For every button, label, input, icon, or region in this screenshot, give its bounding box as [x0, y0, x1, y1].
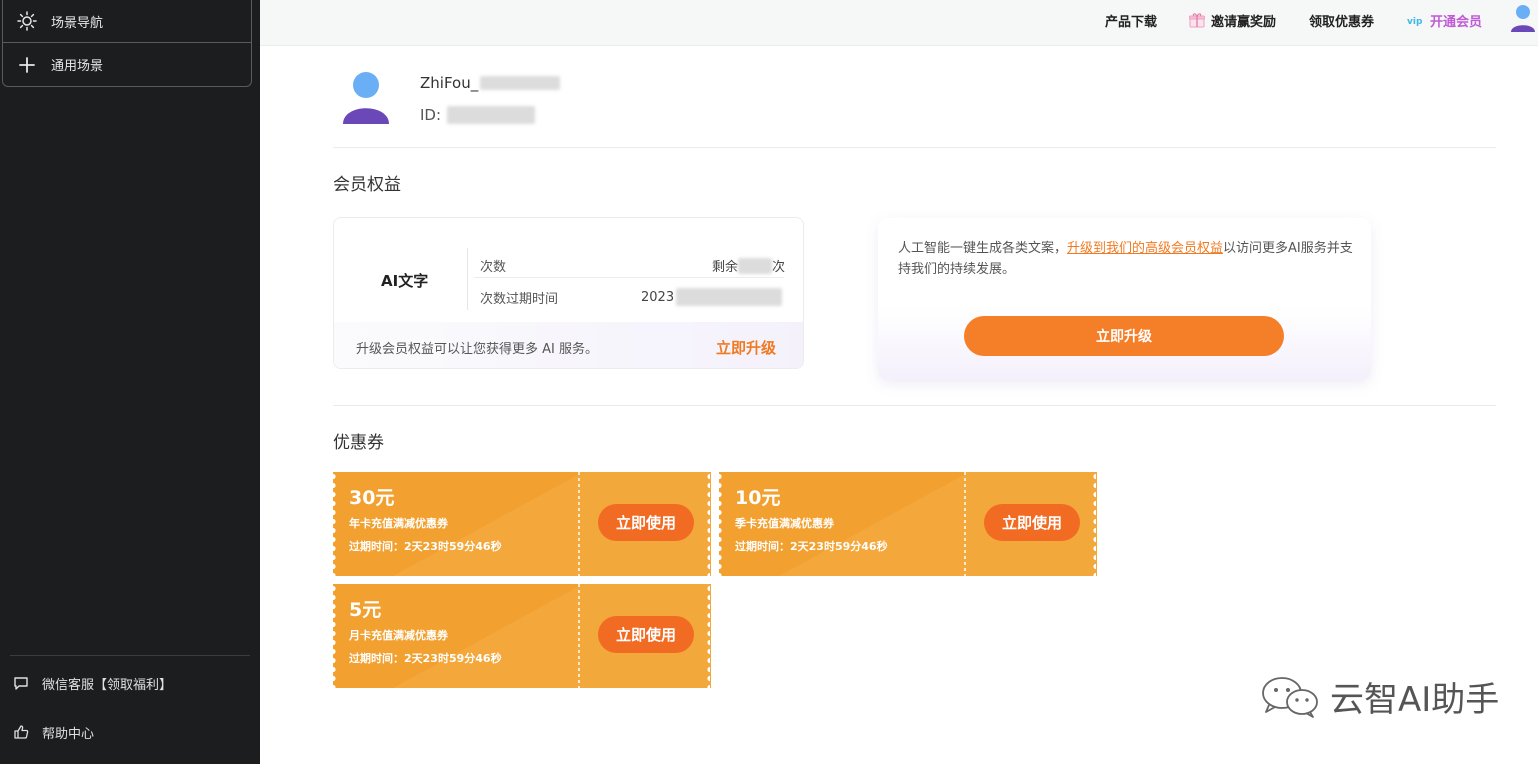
coupon-amount: 5元: [349, 599, 382, 621]
membership-section-title: 会员权益: [333, 175, 401, 195]
promo-upgrade-link[interactable]: 升级到我们的高级会员权益: [1067, 241, 1223, 256]
user-id-redacted: [447, 106, 536, 124]
promo-text: 人工智能一键生成各类文案，升级到我们的高级会员权益以访问更多AI服务并支持我们的…: [898, 238, 1358, 280]
expiry-redacted: [676, 288, 783, 306]
plus-icon: [16, 54, 38, 76]
gift-icon: [1188, 11, 1206, 29]
coupon-amount: 10元: [735, 487, 781, 509]
nav-item-scene-navigation[interactable]: 场景导航: [3, 0, 251, 43]
coupon-amount: 30元: [349, 487, 395, 509]
promo-text-before: 人工智能一键生成各类文案，: [898, 241, 1068, 256]
card-upgrade-bar: 升级会员权益可以让您获得更多 AI 服务。 立即升级: [334, 322, 803, 368]
sidebar-item-help-center[interactable]: 帮助中心: [0, 717, 260, 747]
card-divider: [467, 248, 468, 310]
promo-card: 人工智能一键生成各类文案，升级到我们的高级会员权益以访问更多AI服务并支持我们的…: [878, 218, 1371, 380]
sidebar: 场景导航 通用场景 微信客服【领取福利】 帮助中心: [0, 0, 260, 764]
expiry-value: 2023: [641, 288, 783, 306]
upgrade-now-link[interactable]: 立即升级: [716, 337, 776, 358]
invite-reward-link[interactable]: 邀请赢奖励: [1188, 0, 1276, 40]
get-coupon-label: 领取优惠券: [1309, 14, 1375, 30]
svg-text:vip: vip: [1407, 17, 1423, 27]
count-label: 次数: [480, 260, 507, 275]
open-vip-label: 开通会员: [1430, 14, 1483, 30]
user-id-label: ID:: [420, 106, 442, 124]
wechat-icon: [1262, 676, 1318, 718]
divider: [333, 147, 1496, 148]
coupon-card: 5元 月卡充值满减优惠券 过期时间：2天23时59分46秒 立即使用: [333, 584, 711, 688]
use-coupon-button[interactable]: 立即使用: [984, 504, 1080, 541]
watermark: 云智AI助手: [1258, 672, 1499, 721]
top-bar: 产品下载 邀请赢奖励 领取优惠券 vip 开通会员: [260, 0, 1538, 46]
open-vip-link[interactable]: vip 开通会员: [1407, 0, 1482, 40]
remaining-suffix: 次: [772, 260, 786, 275]
expiry-year: 2023: [641, 289, 675, 305]
product-download-label: 产品下载: [1105, 14, 1158, 30]
username: ZhiFou_: [420, 74, 561, 92]
chat-icon: [12, 674, 30, 692]
use-coupon-button[interactable]: 立即使用: [598, 616, 694, 653]
username-prefix: ZhiFou_: [420, 74, 479, 92]
nav-item-label: 场景导航: [51, 15, 104, 31]
coupon-description: 年卡充值满减优惠券: [349, 517, 448, 530]
sidebar-item-label: 微信客服【领取福利】: [42, 677, 173, 693]
sun-icon: [16, 10, 38, 32]
upgrade-now-button[interactable]: 立即升级: [964, 316, 1284, 356]
remaining-redacted: [738, 257, 773, 274]
invite-reward-label: 邀请赢奖励: [1211, 14, 1277, 30]
get-coupon-link[interactable]: 领取优惠券: [1309, 0, 1374, 40]
remaining-prefix: 剩余: [712, 260, 739, 275]
remaining-count: 剩余 次: [712, 256, 785, 275]
coupon-description: 季卡充值满减优惠券: [735, 517, 834, 530]
expiry-label: 次数过期时间: [480, 292, 559, 307]
membership-card: AI文字 次数 剩余 次 次数过期时间 2023 升级会员权益可以让您获得更多 …: [333, 217, 804, 369]
divider: [333, 405, 1496, 406]
row-separator: [474, 277, 784, 278]
coupon-expiry: 过期时间：2天23时59分46秒: [735, 540, 888, 553]
thumbs-up-icon: [12, 723, 30, 741]
user-avatar-icon[interactable]: [1510, 2, 1536, 36]
sidebar-item-wechat-service[interactable]: 微信客服【领取福利】: [0, 668, 260, 698]
user-id: ID:: [420, 106, 536, 124]
coupon-section-title: 优惠券: [333, 433, 384, 453]
username-redacted: [480, 76, 561, 90]
watermark-text: 云智AI助手: [1330, 680, 1500, 720]
use-coupon-button[interactable]: 立即使用: [598, 504, 694, 541]
vip-icon: vip: [1407, 13, 1425, 27]
sidebar-divider: [10, 655, 250, 656]
product-name: AI文字: [381, 272, 429, 290]
coupon-card: 10元 季卡充值满减优惠券 过期时间：2天23时59分46秒 立即使用: [719, 472, 1097, 576]
scene-nav-box: 场景导航 通用场景: [2, 0, 252, 87]
nav-item-general-scene[interactable]: 通用场景: [3, 43, 251, 86]
nav-item-label: 通用场景: [51, 59, 104, 74]
profile-avatar: [343, 72, 389, 124]
product-download-link[interactable]: 产品下载: [1105, 0, 1157, 40]
coupon-expiry: 过期时间：2天23时59分46秒: [349, 540, 502, 553]
coupon-expiry: 过期时间：2天23时59分46秒: [349, 652, 502, 665]
sidebar-item-label: 帮助中心: [42, 726, 95, 742]
coupon-description: 月卡充值满减优惠券: [349, 629, 448, 642]
coupon-card: 30元 年卡充值满减优惠券 过期时间：2天23时59分46秒 立即使用: [333, 472, 711, 576]
upgrade-hint: 升级会员权益可以让您获得更多 AI 服务。: [356, 342, 598, 357]
